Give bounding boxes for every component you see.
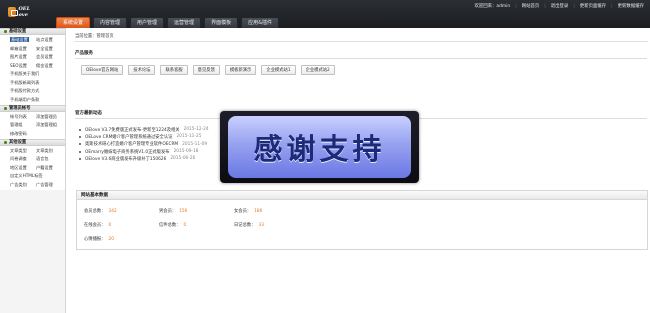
sidebar-item-add-admin-group[interactable]: 添加管理组 <box>36 122 62 127</box>
tab-content[interactable]: 内容管理 <box>93 17 128 28</box>
tab-apps-plugins[interactable]: 应用&插件 <box>241 17 279 28</box>
site-home-link[interactable]: 网站首页 <box>522 3 540 9</box>
tab-templates[interactable]: 界面模板 <box>204 17 239 28</box>
feedback-button[interactable]: 意见反馈 <box>192 65 220 75</box>
sidebar-item-account-list[interactable]: 帐号列表 <box>10 114 36 119</box>
logo[interactable]: OEL ove <box>8 5 36 18</box>
template-demo-button[interactable]: 模板新演示 <box>224 65 257 75</box>
sidebar-item-region-settings[interactable]: 地区设置 <box>10 165 36 170</box>
refresh-data-cache-link[interactable]: 更新数据缓存 <box>618 3 644 9</box>
sidebar-item-commission-settings[interactable]: 佣金设置 <box>36 63 62 68</box>
sidebar-item-article-categories[interactable]: 文章类别 <box>36 148 62 153</box>
stat-female-members: 女会员： 186 <box>234 209 263 214</box>
divider <box>75 58 647 59</box>
sidebar-item-change-password[interactable]: 修改密码 <box>10 131 62 136</box>
welcome-text: 欢迎回来：admin <box>474 4 511 9</box>
top-links: 欢迎回来：admin | 网站首页 | 退出登录 | 更新页面缓存 | 更新数据… <box>474 3 644 10</box>
sidebar-item-mobile-news[interactable]: 手机版新闻列表 <box>10 80 62 85</box>
sidebar-item-custom-html-tags[interactable]: 自定义HTML标签 <box>10 173 62 178</box>
bullet-icon <box>79 143 81 146</box>
sidebar-item-security-settings[interactable]: 安全设置 <box>36 46 62 51</box>
quick-buttons: OElove官方网站 技术论坛 联系客服 意见反馈 模板新演示 企业模式站1 企… <box>81 65 335 75</box>
bullet-icon <box>79 135 81 138</box>
stat-total-members: 会员总数： 342 <box>84 209 117 214</box>
refresh-page-cache-link[interactable]: 更新页面缓存 <box>580 3 606 9</box>
thanks-banner-text: 感谢支持 <box>253 132 386 166</box>
stat-online-members: 在线会员： 0 <box>84 223 112 228</box>
group-icon <box>4 106 7 110</box>
logo-icon <box>8 6 19 17</box>
official-site-button[interactable]: OElove官方网站 <box>81 65 124 75</box>
sidebar-item-article-types[interactable]: 文章类型 <box>10 148 36 153</box>
bullet-icon <box>79 157 81 160</box>
sidebar-item-add-admin[interactable]: 添加管理员 <box>36 114 62 119</box>
stat-total-diaries: 日记总数： 33 <box>234 223 264 228</box>
sidebar-group-items: 文章类型 文章类别 问卷调查 语言包 地区设置 户籍设置 自定义HTML标签 广… <box>0 145 65 190</box>
sidebar: 基础设置 基础设置 站点设置 邮箱设置 安全设置 图片设置 会员设置 SEO设置… <box>0 28 66 313</box>
stat-mood-posts: 心情播报： 20 <box>84 237 114 242</box>
site-stats-panel: 网站基本数据 会员总数： 342 男会员： 156 女会员： 186 在线会员： 0 信… <box>76 190 648 250</box>
forum-button[interactable]: 技术论坛 <box>128 65 156 75</box>
section-title-services: 产品服务 <box>75 51 93 56</box>
bullet-icon <box>79 150 81 153</box>
sidebar-item-site-settings[interactable]: 站点设置 <box>36 37 62 42</box>
tab-users[interactable]: 用户管理 <box>130 17 165 28</box>
sidebar-item-basic-settings[interactable]: 基础设置 <box>10 37 29 42</box>
logo-text: OEL ove <box>18 5 31 18</box>
section-title-news: 官方最新动态 <box>75 111 102 116</box>
sidebar-item-mail-settings[interactable]: 邮箱设置 <box>10 46 36 51</box>
tab-system-settings[interactable]: 系统设置 <box>56 17 91 28</box>
sidebar-item-mobile-about[interactable]: 手机版关于我们 <box>10 71 62 76</box>
thanks-banner-inner: 感谢支持 <box>228 116 411 178</box>
tab-operations[interactable]: 运营管理 <box>167 17 202 28</box>
sidebar-group-header[interactable]: 管理员帐号 <box>0 104 65 112</box>
bullet-icon <box>79 128 81 131</box>
sidebar-item-member-settings[interactable]: 会员设置 <box>36 54 62 59</box>
group-icon <box>4 30 7 33</box>
enterprise-site-2-button[interactable]: 企业模式站2 <box>300 65 335 75</box>
sidebar-group-items: 基础设置 站点设置 邮箱设置 安全设置 图片设置 会员设置 SEO设置 佣金设置… <box>0 35 65 105</box>
enterprise-site-1-button[interactable]: 企业模式站1 <box>261 65 296 75</box>
sidebar-group-items: 帐号列表 添加管理员 管理组 添加管理组 修改密码 <box>0 111 65 139</box>
stats-title: 网站基本数据 <box>77 191 647 200</box>
logout-link[interactable]: 退出登录 <box>551 3 569 9</box>
sidebar-item-household-settings[interactable]: 户籍设置 <box>36 165 62 170</box>
main-tabs: 系统设置 内容管理 用户管理 运营管理 界面模板 应用&插件 <box>56 17 279 28</box>
stats-grid: 会员总数： 342 男会员： 156 女会员： 186 在线会员： 0 信件总数： 0 日… <box>84 209 309 243</box>
sidebar-item-ad-management[interactable]: 广告管理 <box>36 182 62 187</box>
stat-male-members: 男会员： 156 <box>159 209 188 214</box>
sidebar-item-language-pack[interactable]: 语言包 <box>36 156 62 161</box>
divider <box>74 41 648 42</box>
sidebar-item-mobile-terms[interactable]: 手机端用户条款 <box>10 97 62 102</box>
breadcrumb: 当前位置：管理首页 <box>75 34 114 39</box>
sidebar-item-seo-settings[interactable]: SEO设置 <box>10 63 36 68</box>
sidebar-item-mobile-payment[interactable]: 手机版付款方式 <box>10 88 62 93</box>
sidebar-item-admin-groups[interactable]: 管理组 <box>10 122 36 127</box>
sidebar-group-header[interactable]: 其他设置 <box>0 138 65 146</box>
thanks-banner: 感谢支持 <box>220 111 419 183</box>
sidebar-item-ad-categories[interactable]: 广告类别 <box>10 182 36 187</box>
sidebar-group-header[interactable]: 基础设置 <box>0 28 65 35</box>
sidebar-item-image-settings[interactable]: 图片设置 <box>10 54 36 59</box>
group-icon <box>4 140 7 144</box>
top-bar: OEL ove 欢迎回来：admin | 网站首页 | 退出登录 | 更新页面缓… <box>0 0 650 28</box>
contact-support-button[interactable]: 联系客服 <box>160 65 188 75</box>
sidebar-item-survey[interactable]: 问卷调查 <box>10 156 36 161</box>
stat-total-letters: 信件总数： 0 <box>159 223 187 228</box>
